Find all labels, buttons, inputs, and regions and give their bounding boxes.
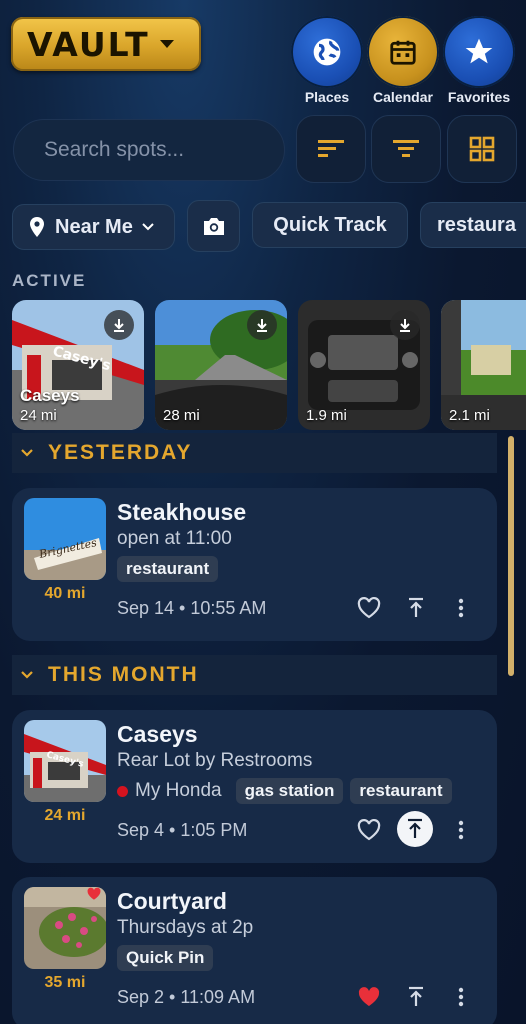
globe-icon — [291, 16, 363, 88]
spot-card[interactable]: 35 mi Courtyard Thursdays at 2p Quick Pi… — [12, 877, 497, 1024]
spot-card[interactable]: Casey's 24 mi Caseys Rear Lot by Restroo… — [12, 710, 497, 863]
spot-card[interactable]: Brignettes 40 mi Steakhouse open at 11:0… — [12, 488, 497, 641]
chevron-down-icon — [21, 449, 33, 457]
quick-track-chip[interactable]: Quick Track — [252, 202, 408, 248]
vault-dropdown-button[interactable]: VAULT — [11, 17, 201, 71]
nav-calendar-label: Calendar — [373, 89, 433, 105]
camera-icon — [203, 218, 224, 235]
spot-title: Caseys — [117, 721, 198, 747]
tag[interactable]: gas station — [235, 778, 344, 804]
grid-view-button[interactable] — [447, 115, 517, 183]
spot-date: Sep 4 • 1:05 PM — [117, 820, 248, 840]
active-item-distance: 2.1 mi — [449, 407, 490, 424]
active-item[interactable]: 2.1 mi — [441, 300, 526, 430]
filter-button[interactable] — [371, 115, 441, 183]
tag[interactable]: Quick Pin — [117, 945, 214, 971]
caret-down-icon — [159, 40, 174, 48]
pin-to-top-icon[interactable] — [402, 983, 430, 1011]
more-vertical-icon[interactable] — [447, 594, 475, 622]
grid-icon — [469, 136, 495, 162]
more-vertical-icon[interactable] — [447, 816, 475, 844]
nav-favorites[interactable] — [443, 16, 515, 88]
pin-to-top-icon[interactable] — [402, 594, 430, 622]
active-section-label: ACTIVE — [12, 271, 87, 290]
download-icon[interactable] — [247, 310, 277, 340]
group-header-yesterday[interactable]: YESTERDAY — [12, 433, 497, 473]
heart-outline-icon[interactable] — [355, 816, 383, 844]
restaurant-chip-label: restaura — [437, 213, 516, 236]
spot-subtitle: Thursdays at 2p — [117, 917, 254, 938]
nav-places-label: Places — [304, 89, 350, 105]
spot-subtitle: Rear Lot by Restrooms — [117, 750, 313, 771]
active-item-distance: 28 mi — [163, 407, 200, 424]
active-item-distance: 1.9 mi — [306, 407, 347, 424]
location-pin-icon — [30, 217, 44, 237]
near-me-label: Near Me — [55, 215, 133, 238]
vault-label: VAULT — [27, 24, 150, 64]
spot-date: Sep 2 • 11:09 AM — [117, 987, 256, 1007]
spot-photo: Brignettes — [24, 498, 106, 580]
camera-button[interactable] — [187, 200, 240, 252]
active-item[interactable]: 28 mi — [155, 300, 287, 430]
spot-distance: 35 mi — [44, 974, 86, 991]
near-me-dropdown[interactable]: Near Me — [12, 204, 175, 250]
sort-icon — [318, 140, 344, 157]
spot-date: Sep 14 • 10:55 AM — [117, 598, 267, 618]
spot-photo: Casey's — [24, 720, 106, 802]
nav-calendar[interactable] — [367, 16, 439, 88]
spot-title: Courtyard — [117, 888, 227, 914]
nav-places[interactable] — [291, 16, 363, 88]
spot-title: Steakhouse — [117, 499, 247, 525]
vehicle-name: My Honda — [135, 780, 222, 801]
group-header-this-month[interactable]: THIS MONTH — [12, 655, 497, 695]
chevron-down-icon — [21, 671, 33, 679]
filter-icon — [393, 140, 419, 157]
spot-subtitle: open at 11:00 — [117, 528, 232, 549]
search-input[interactable] — [44, 138, 315, 162]
spot-distance: 24 mi — [44, 807, 86, 824]
sort-button[interactable] — [296, 115, 366, 183]
heart-outline-icon[interactable] — [355, 594, 383, 622]
quick-track-label: Quick Track — [273, 213, 387, 236]
spot-distance: 40 mi — [44, 585, 86, 602]
heart-filled-icon[interactable] — [355, 983, 383, 1011]
more-vertical-icon[interactable] — [447, 983, 475, 1011]
group-title: THIS MONTH — [48, 663, 199, 686]
download-icon[interactable] — [390, 310, 420, 340]
restaurant-chip[interactable]: restaura — [420, 202, 526, 248]
star-icon — [443, 16, 515, 88]
search-bar[interactable] — [13, 119, 315, 181]
chevron-down-icon — [142, 223, 154, 231]
active-item[interactable]: 1.9 mi — [298, 300, 430, 430]
download-icon[interactable] — [104, 310, 134, 340]
favorite-badge-icon — [87, 887, 101, 900]
tag[interactable]: restaurant — [350, 778, 452, 804]
vehicle-dot-icon — [117, 785, 128, 797]
nav-favorites-label: Favorites — [447, 89, 511, 105]
tag[interactable]: restaurant — [117, 556, 219, 582]
scrollbar-thumb[interactable] — [508, 436, 514, 676]
calendar-icon — [367, 16, 439, 88]
active-item-name: Caseys — [20, 386, 80, 405]
active-item-distance: 24 mi — [20, 407, 57, 424]
group-title: YESTERDAY — [48, 441, 193, 464]
pin-to-top-icon[interactable] — [397, 811, 433, 847]
active-item[interactable]: Casey's Caseys 24 mi — [12, 300, 144, 430]
